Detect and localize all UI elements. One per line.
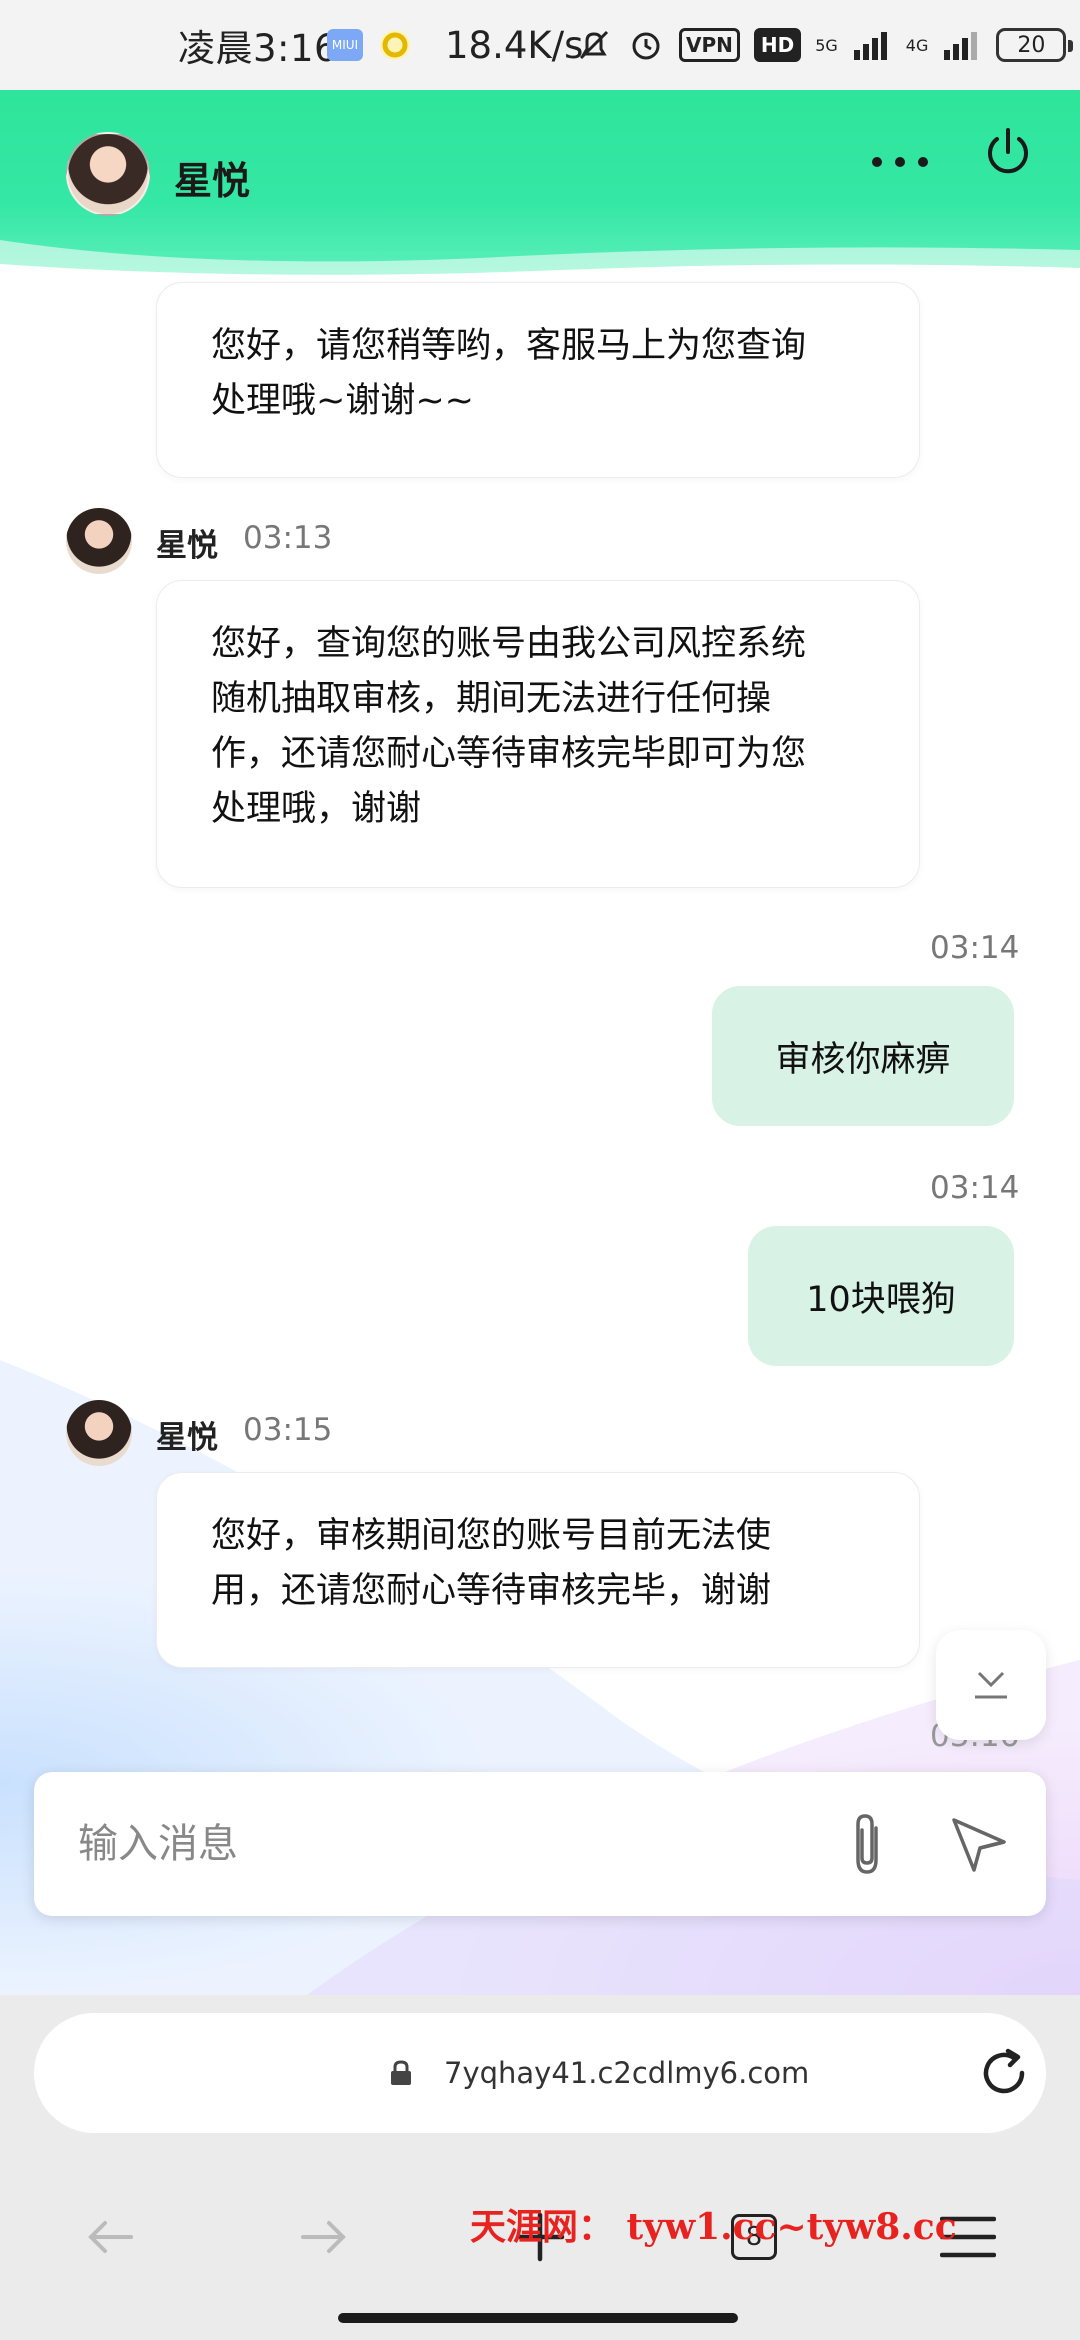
- home-indicator[interactable]: [338, 2313, 738, 2323]
- message-bubble-user: 10块喂狗: [748, 1226, 1014, 1366]
- forward-button[interactable]: [274, 2187, 374, 2287]
- header-wave: [0, 240, 1080, 280]
- scroll-down-icon: [975, 1671, 1007, 1699]
- alarm-icon: [632, 32, 660, 60]
- message-bubble-user: 审核你麻痹: [712, 986, 1014, 1126]
- chat-title: 星悦: [174, 159, 251, 203]
- message-bubble-agent: 您好，查询您的账号由我公司风控系统 随机抽取审核，期间无法进行任何操 作，还请您…: [156, 580, 920, 888]
- send-icon[interactable]: [946, 1812, 1012, 1878]
- status-time: 凌晨3:16: [178, 27, 339, 70]
- message-input-bar: [34, 1772, 1046, 1916]
- forward-icon: [301, 2221, 346, 2253]
- agent-avatar: [66, 508, 132, 574]
- reload-icon[interactable]: [974, 2043, 1034, 2103]
- scroll-down-button[interactable]: [936, 1630, 1046, 1740]
- signal-4g-label: 4G: [905, 35, 929, 55]
- message-time: 03:14: [930, 1170, 1020, 1206]
- agent-name: 星悦: [156, 1420, 218, 1456]
- url-text: 7yqhay41.c2cdlmy6.com: [444, 2056, 810, 2090]
- signal-5g-label: 5G: [815, 35, 838, 55]
- agent-avatar: [66, 1400, 132, 1466]
- more-icon[interactable]: [872, 138, 928, 186]
- power-icon[interactable]: [980, 124, 1036, 180]
- signal-icon: [853, 32, 887, 60]
- watermark: 天涯网： tyw1.cc~tyw8.cc: [470, 2206, 957, 2248]
- signal-icon-2: [944, 32, 978, 60]
- browser-toolbar: 7yqhay41.c2cdlmy6.com 8: [0, 1995, 1080, 2340]
- message-time: 03:13: [243, 520, 333, 556]
- agent-name: 星悦: [156, 528, 218, 564]
- hd-icon: HD: [753, 28, 802, 62]
- message-time: 03:15: [243, 1412, 333, 1448]
- message-bubble-agent: 您好，请您稍等哟，客服马上为您查询 处理哦~谢谢~~: [156, 282, 920, 478]
- net-speed: 18.4K/s: [445, 23, 584, 67]
- vpn-icon: VPN: [679, 28, 740, 62]
- message-bubble-agent: 您好，审核期间您的账号目前无法使 用，还请您耐心等待审核完毕，谢谢: [156, 1472, 920, 1668]
- status-icons: VPN HD 5G 4G 20: [575, 0, 1074, 90]
- header-avatar[interactable]: [66, 132, 150, 216]
- attach-icon[interactable]: [842, 1810, 892, 1880]
- lock-icon: [391, 2060, 411, 2085]
- miui-icon: MIUI: [327, 0, 363, 90]
- message-time: 03:14: [930, 930, 1020, 966]
- status-bar: 凌晨3:16 MIUI 18.4K/s VPN HD 5G 4G 20: [0, 0, 1080, 90]
- address-bar[interactable]: 7yqhay41.c2cdlmy6.com: [34, 2013, 1046, 2133]
- back-button[interactable]: [60, 2187, 160, 2287]
- chat-area[interactable]: 星悦 您好，请您稍等哟，客服马上为您查询 处理哦~谢谢~~ 星悦 03:13 您…: [0, 230, 1080, 1995]
- message-input[interactable]: [78, 1772, 818, 1916]
- app-status-icon: [378, 0, 412, 90]
- battery-icon: 20: [996, 28, 1074, 62]
- mute-bell-icon: [579, 30, 609, 60]
- chat-header: 星悦: [0, 90, 1080, 280]
- back-icon: [88, 2221, 133, 2253]
